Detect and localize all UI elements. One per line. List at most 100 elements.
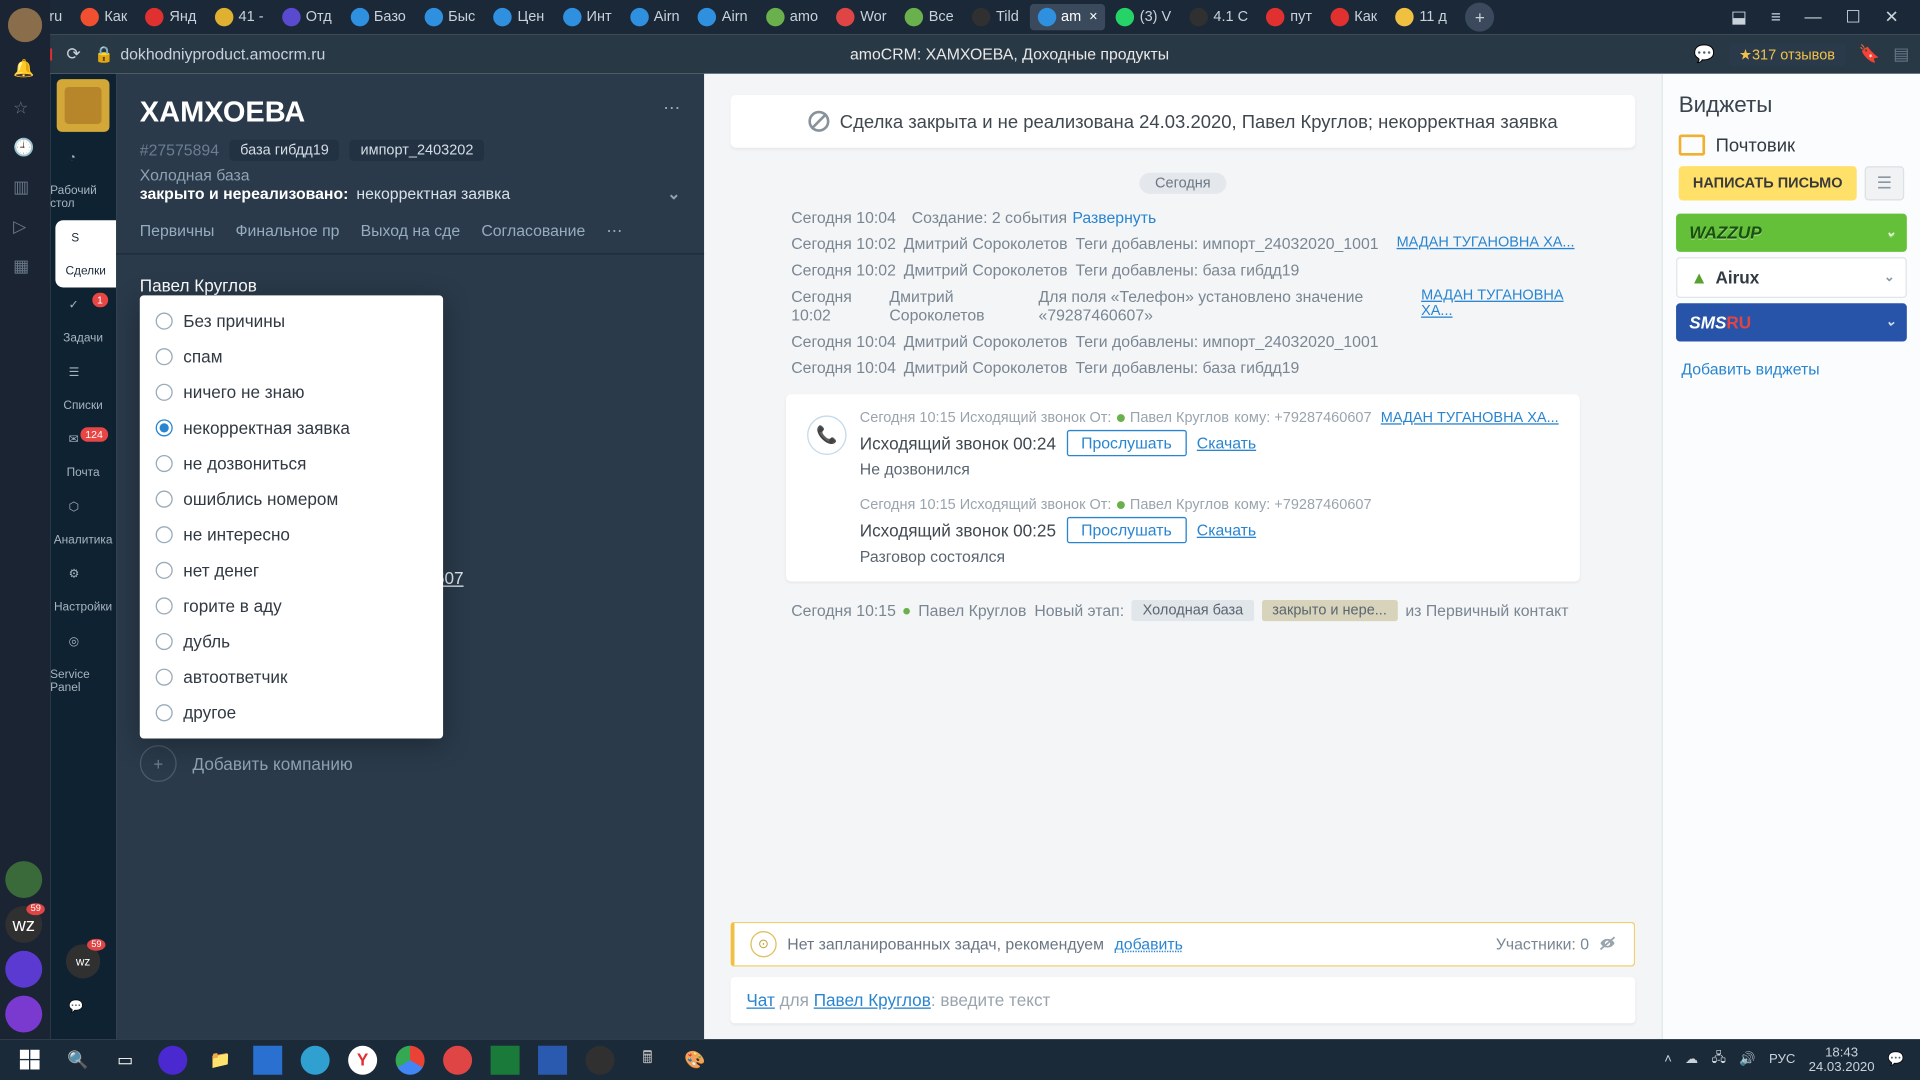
url-field[interactable]: 🔒 dokhodniyproduct.amocrm.ru (94, 45, 325, 63)
add-task-link[interactable]: добавить (1115, 935, 1183, 953)
reason-option[interactable]: спам (140, 339, 443, 375)
tray-notif-icon[interactable]: 💬 (1888, 1052, 1904, 1067)
browser-tab[interactable]: Быс (416, 4, 483, 30)
browser-tab[interactable]: Отд (274, 4, 339, 30)
browser-tab[interactable]: amo (758, 4, 826, 30)
listen-button[interactable]: Прослушать (1067, 517, 1187, 543)
tb-telegram[interactable] (293, 1042, 338, 1076)
app-pin-4[interactable] (5, 996, 42, 1033)
start-button[interactable] (8, 1042, 53, 1076)
listen-button[interactable]: Прослушать (1067, 430, 1187, 456)
tb-explorer[interactable]: 📁 (198, 1042, 243, 1076)
close-icon[interactable]: ✕ (1885, 7, 1899, 28)
user-avatar[interactable] (8, 8, 42, 42)
tb-excel[interactable] (483, 1042, 528, 1076)
tray-vol-icon[interactable]: 🔊 (1739, 1052, 1755, 1067)
nav-item[interactable]: ⬡Аналитика (50, 489, 116, 556)
app-pin-wz[interactable]: wz59 (5, 906, 42, 943)
step[interactable]: Финальное пр (235, 222, 339, 240)
tb-yabrowser[interactable]: Y (340, 1042, 385, 1076)
reason-option[interactable]: другое (140, 695, 443, 731)
nav-item[interactable]: ☰Списки (50, 355, 116, 422)
menu-icon[interactable]: ≡ (1771, 7, 1781, 28)
browser-tab[interactable]: Tild (964, 4, 1026, 30)
steps-more-icon[interactable]: ⋯ (606, 222, 622, 240)
new-tab-button[interactable]: + (1465, 3, 1494, 32)
company-logo[interactable] (57, 79, 110, 132)
reason-option[interactable]: нет денег (140, 553, 443, 589)
nav-item[interactable]: ◔Рабочий стол (50, 140, 116, 220)
bookmark-icon[interactable]: 🔖 (1859, 44, 1880, 65)
tray-up-icon[interactable]: ˄ (1664, 1052, 1672, 1067)
nav-item[interactable]: SСделки (55, 220, 116, 287)
browser-tab[interactable]: 11 д (1388, 4, 1455, 30)
app-pin-1[interactable] (5, 861, 42, 898)
tb-word[interactable] (530, 1042, 575, 1076)
browser-tab[interactable]: Все (897, 4, 962, 30)
tb-yandex[interactable] (150, 1042, 195, 1076)
notifications-icon[interactable]: 🔔 (13, 58, 37, 82)
app-pin-3[interactable] (5, 951, 42, 988)
reason-option[interactable]: автоответчик (140, 659, 443, 695)
nav-chat[interactable]: 💬 (50, 989, 116, 1039)
nav-wz[interactable]: wz59 (50, 934, 116, 989)
step[interactable]: Первичны (140, 222, 215, 240)
lead-menu-icon[interactable]: ⋯ (663, 98, 680, 119)
downloads-icon[interactable]: ⬓ (1731, 7, 1747, 28)
widget-airux[interactable]: ▲Airux⌄ (1676, 257, 1907, 298)
browser-tab[interactable]: am× (1029, 4, 1105, 30)
history-icon[interactable]: 🕘 (13, 137, 37, 161)
favorites-icon[interactable]: ☆ (13, 98, 37, 122)
tray-lang[interactable]: РУС (1769, 1052, 1795, 1067)
tb-chrome[interactable] (388, 1042, 433, 1076)
tb-calc[interactable]: 🖩 (625, 1042, 670, 1076)
tray-net-icon[interactable]: 🖧 (1711, 1048, 1726, 1070)
tray-cloud-icon[interactable]: ☁ (1685, 1052, 1698, 1067)
lead-tag[interactable]: база гибдд19 (230, 140, 340, 161)
browser-tab[interactable]: Wor (829, 4, 895, 30)
tb-app[interactable] (578, 1042, 623, 1076)
lead-tag[interactable]: импорт_2403202 (350, 140, 484, 161)
step[interactable]: Выход на сде (361, 222, 461, 240)
reason-option[interactable]: горите в аду (140, 588, 443, 624)
search-icon[interactable]: 🔍 (55, 1042, 100, 1076)
tb-mail[interactable] (245, 1042, 290, 1076)
widget-mail[interactable]: Почтовик (1679, 135, 1904, 156)
reason-option[interactable]: дубль (140, 624, 443, 660)
write-email-button[interactable]: НАПИСАТЬ ПИСЬМО (1679, 166, 1857, 200)
nav-item[interactable]: ⚙Настройки (50, 556, 116, 623)
reason-option[interactable]: не дозвониться (140, 446, 443, 482)
chat-user-link[interactable]: Павел Круглов (814, 990, 931, 1010)
maximize-icon[interactable]: ☐ (1845, 7, 1860, 28)
step[interactable]: Согласование (481, 222, 585, 240)
browser-tab[interactable]: (3) V (1108, 4, 1179, 30)
tb-opera[interactable] (435, 1042, 480, 1076)
reload-icon[interactable]: ⟳ (66, 44, 80, 65)
browser-tab[interactable]: Базо (342, 4, 414, 30)
media-icon[interactable]: ▷ (13, 216, 37, 240)
minimize-icon[interactable]: — (1805, 7, 1822, 28)
chat-input-box[interactable]: Чат для Павел Круглов: введите текст (731, 977, 1636, 1023)
apps-icon[interactable]: ▦ (13, 256, 37, 280)
browser-tab[interactable]: Как (73, 4, 135, 30)
email-settings-button[interactable]: ☰ (1865, 166, 1905, 200)
reason-option[interactable]: не интересно (140, 517, 443, 553)
browser-tab[interactable]: Янд (138, 4, 205, 30)
status-select[interactable]: закрыто и нереализовано: некорректная за… (140, 185, 681, 203)
eye-off-icon[interactable] (1597, 934, 1618, 955)
reason-option[interactable]: ошиблись номером (140, 481, 443, 517)
browser-tab[interactable]: Airn (622, 4, 687, 30)
nav-item[interactable]: ✓Задачи1 (50, 287, 116, 354)
browser-tab[interactable]: 41 - (207, 4, 272, 30)
nav-item[interactable]: ◎Service Panel (50, 624, 116, 704)
reason-option[interactable]: ничего не знаю (140, 375, 443, 411)
reason-option[interactable]: Без причины (140, 303, 443, 339)
nav-item[interactable]: ✉Почта124 (50, 422, 116, 489)
widget-wazzup[interactable]: WAZZUP⌄ (1676, 214, 1907, 252)
download-link[interactable]: Скачать (1197, 434, 1256, 452)
reason-option[interactable]: некорректная заявка (140, 410, 443, 446)
panel-icon[interactable]: ▥ (13, 177, 37, 201)
reviews-badge[interactable]: ★317 отзывов (1728, 43, 1845, 65)
chat-link[interactable]: Чат (746, 990, 774, 1010)
browser-tab[interactable]: пут (1259, 4, 1320, 30)
